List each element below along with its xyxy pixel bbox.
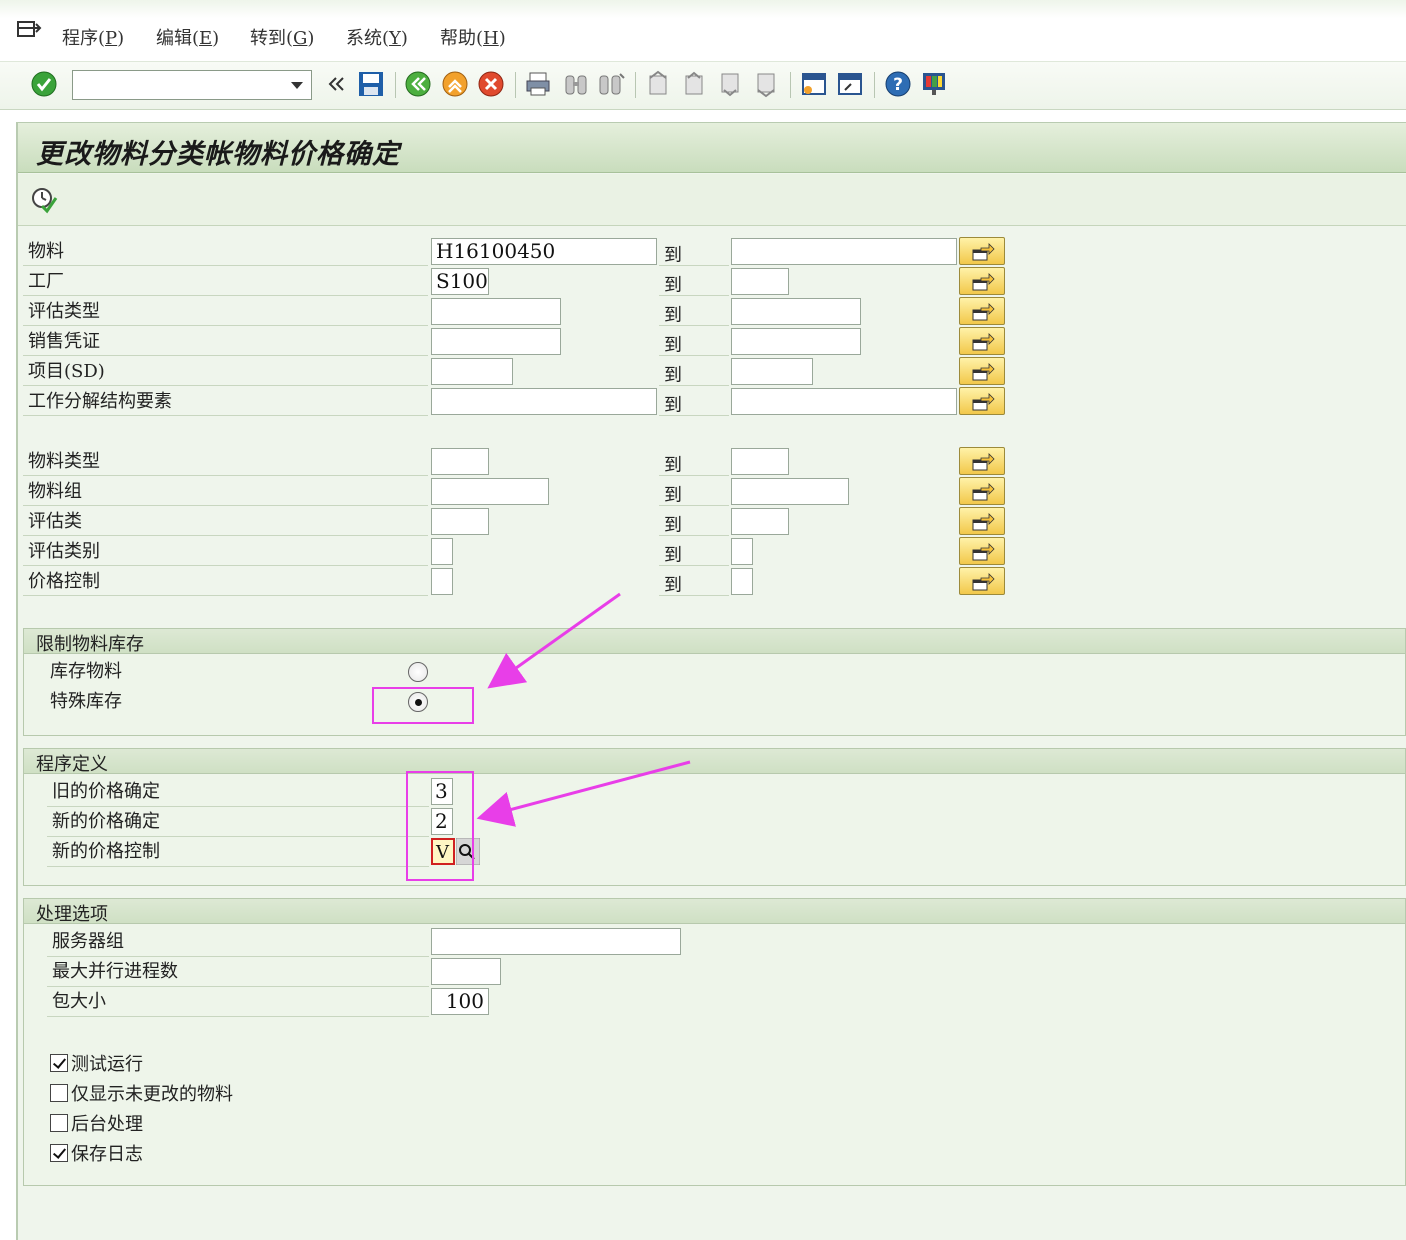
annotation-arrows <box>476 592 691 827</box>
annotation-arrow <box>487 592 621 689</box>
annotation-arrow <box>476 760 691 827</box>
